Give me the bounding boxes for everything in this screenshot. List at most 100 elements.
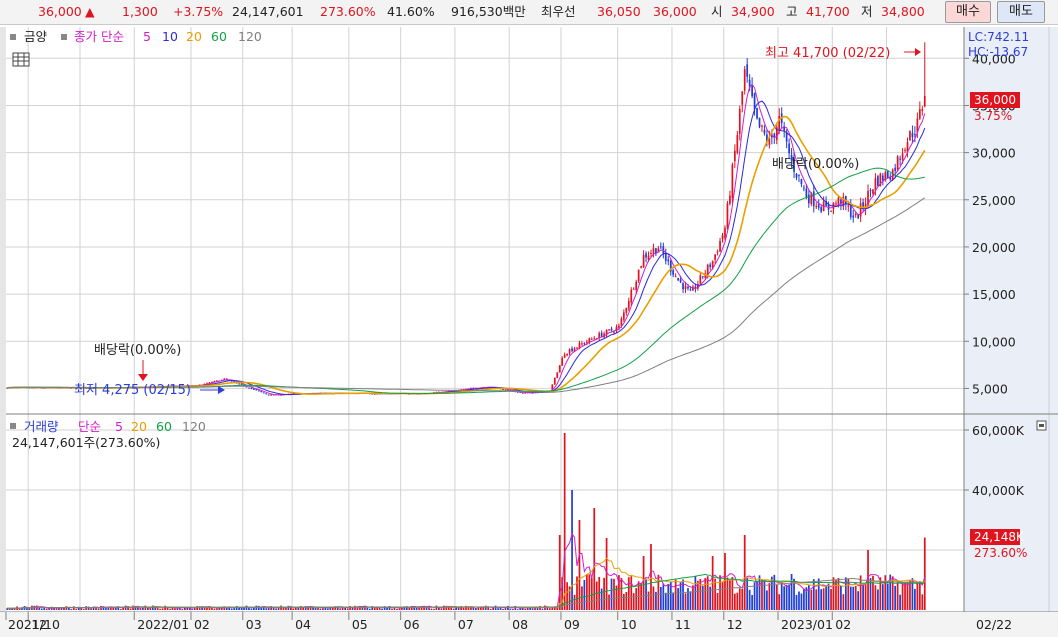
candle-body <box>652 248 655 254</box>
volume-bar <box>746 577 749 610</box>
volume-bar <box>282 607 285 610</box>
volume-bar <box>563 433 566 610</box>
volume-bar <box>26 608 28 610</box>
candle-body <box>632 288 635 290</box>
plot-background <box>6 27 964 612</box>
volume-bar <box>164 605 166 610</box>
candle-body <box>820 207 823 212</box>
volume-bar <box>758 575 761 610</box>
volume-bar <box>877 589 879 610</box>
candle-body <box>736 135 739 153</box>
volume-bar <box>825 585 827 610</box>
candle-body <box>253 388 255 390</box>
volume-bar <box>835 580 837 610</box>
volume-bar <box>743 535 746 610</box>
candle-body <box>689 289 692 291</box>
volume-bar <box>914 588 916 610</box>
ma-20-legend: 20 <box>186 29 202 44</box>
candle-body <box>914 134 916 136</box>
candle-body <box>798 174 800 176</box>
volume-bar <box>701 585 704 610</box>
candle-body <box>687 286 689 289</box>
volume-bar <box>235 606 238 610</box>
volume-bar <box>613 578 615 610</box>
volume-bar <box>674 579 677 610</box>
volume-bar <box>748 589 751 610</box>
ma-5-legend: 5 <box>143 29 151 44</box>
x-tick-label: 07 <box>458 617 474 632</box>
volume-bar <box>489 608 492 610</box>
ma-legend-label[interactable]: 종가 단순 <box>74 29 124 44</box>
volume-bar <box>440 608 443 610</box>
stock-chart[interactable]: 5,00010,00015,00020,00025,00030,00035,00… <box>0 26 1058 637</box>
volume-bar <box>817 578 820 610</box>
volume-bar <box>694 575 697 610</box>
best-bid: 36,000 <box>653 4 697 19</box>
volume-bar <box>314 607 317 610</box>
volume-bar <box>736 592 739 610</box>
volume-bar <box>166 607 169 610</box>
candle-body <box>267 394 270 396</box>
candle-body <box>729 195 731 204</box>
volume-bar <box>75 608 78 610</box>
candle-body <box>719 240 721 252</box>
current-volume-pct-label: 273.60% <box>974 546 1027 560</box>
volume-bar <box>916 582 919 610</box>
candle-body <box>571 348 573 352</box>
volume-bar <box>790 574 793 610</box>
volume-title[interactable]: 거래량 <box>24 419 59 434</box>
sell-button[interactable]: 매도 <box>997 1 1045 23</box>
volume-bar <box>610 578 613 610</box>
candle-body <box>894 167 897 171</box>
up-arrow-icon: ▲ <box>85 4 95 19</box>
volume-bar <box>884 575 887 610</box>
volume-bar <box>778 594 781 610</box>
volume-value: 24,147,601 <box>232 4 304 19</box>
current-price-axis-label: 36,000 <box>974 93 1016 107</box>
volume-bar <box>733 593 736 610</box>
volume-bar <box>339 608 342 610</box>
panel-close-glyph-icon <box>1039 424 1044 427</box>
candle-body <box>751 85 753 97</box>
volume-bar <box>822 588 825 610</box>
price-change-pct: +3.75% <box>173 4 224 19</box>
candle-body <box>630 289 633 303</box>
volume-bar <box>622 593 625 610</box>
volume-bar <box>886 583 889 610</box>
volume-bar <box>896 582 899 610</box>
candle-body <box>847 205 850 207</box>
volume-bar <box>741 588 744 610</box>
volume-bar <box>585 574 588 610</box>
volume-bar <box>849 586 852 610</box>
price-tick-label: 10,000 <box>972 334 1016 349</box>
volume-bar <box>213 608 216 610</box>
candle-body <box>830 210 832 212</box>
candle-body <box>642 254 645 268</box>
volume-bar <box>573 594 576 610</box>
candle-body <box>743 69 746 91</box>
volume-bar <box>714 578 716 610</box>
volume-bar <box>18 608 21 610</box>
volume-bar <box>216 608 218 610</box>
volume-bar <box>652 586 655 610</box>
candle-body <box>889 177 892 180</box>
volume-bar <box>879 577 882 610</box>
volume-ma-label[interactable]: 단순 <box>78 419 101 434</box>
volume-bar <box>161 608 164 610</box>
open-label: 시 <box>711 4 723 19</box>
candle-body <box>854 213 857 216</box>
best-ask: 36,050 <box>597 4 641 19</box>
candle-body <box>788 143 790 154</box>
table-icon[interactable] <box>12 52 30 67</box>
candle-body <box>664 253 667 262</box>
price-tick-label: 20,000 <box>972 240 1016 255</box>
buy-button[interactable]: 매수 <box>945 1 991 23</box>
candle-body <box>837 197 840 205</box>
stock-name[interactable]: 금양 <box>24 29 48 44</box>
volume-bar <box>265 608 268 610</box>
volume-bar <box>731 577 734 610</box>
volume-bar <box>800 593 803 610</box>
volume-bar <box>243 607 245 610</box>
volume-bar <box>837 577 840 610</box>
volume-bar <box>45 608 48 610</box>
